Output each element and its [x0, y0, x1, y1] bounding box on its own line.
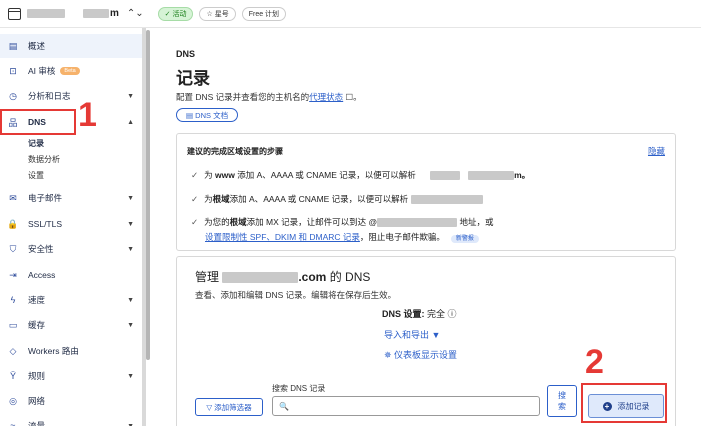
account-icon	[8, 7, 21, 20]
page-title: 记录	[176, 69, 210, 88]
sidebar-item-rules[interactable]: Ÿ 规则 ▼	[0, 364, 142, 388]
search-icon: 🔍	[279, 401, 289, 411]
sidebar-item-ai-audit[interactable]: ⊡ AI 审核 Beta	[0, 59, 142, 83]
sidebar-item-workers-routes[interactable]: ◇ Workers 路由	[0, 339, 142, 363]
dns-setting: DNS 设置: 完全 ⓘ	[382, 309, 457, 319]
sidebar-item-traffic[interactable]: ≈ 流量 ▼	[0, 414, 142, 426]
sidebar-subitem-settings[interactable]: 设置	[28, 170, 44, 181]
hide-steps-link[interactable]: 隐藏	[648, 145, 665, 157]
sidebar-subitem-analytics[interactable]: 数据分析	[28, 154, 60, 165]
dns-docs-button[interactable]: ▤ DNS 文档	[176, 108, 239, 122]
sidebar-item-cache[interactable]: ▭ 缓存 ▼	[0, 313, 142, 337]
setup-steps-card: 建议的完成区域设置的步骤 隐藏 ✓ 为 www 添加 A、AAAA 或 CNAME…	[176, 133, 676, 251]
search-button[interactable]: 搜 索	[547, 385, 577, 417]
redacted-domain	[222, 272, 299, 284]
import-export-dropdown[interactable]: 导入和导出 ▼	[384, 328, 440, 341]
page-description: 配置 DNS 记录并查看您的主机名的代理状态 ☐。	[176, 92, 362, 102]
document-icon: ▤	[8, 40, 18, 51]
plan-badge[interactable]: Free 计划	[241, 6, 287, 21]
chevron-down-icon: ▼	[127, 296, 134, 304]
chevron-down-icon: ▼	[127, 245, 134, 253]
annotation-box-add-record	[581, 383, 667, 423]
chevron-down-icon: ▼	[127, 220, 134, 228]
main-content: DNS 记录 配置 DNS 记录并查看您的主机名的代理状态 ☐。 ▤ DNS 文…	[150, 28, 701, 426]
sidebar-item-label: 缓存	[28, 320, 46, 330]
account-switcher-chevron-icon[interactable]: ⌃⌄	[127, 8, 144, 19]
dashboard-display-settings-button[interactable]: ✵ 仪表板显示设置	[384, 348, 457, 361]
annotation-number-2: 2	[585, 343, 604, 381]
sidebar-item-label: 电子邮件	[28, 193, 63, 203]
sidebar-item-speed[interactable]: ϟ 速度 ▼	[0, 288, 142, 312]
add-filter-button[interactable]: ▽ 添加筛选器	[195, 398, 263, 416]
ai-audit-icon: ⊡	[9, 65, 17, 76]
new-badge: 新警报	[450, 235, 479, 243]
annotation-number-1: 1	[78, 96, 97, 134]
chevron-up-icon: ▲	[127, 118, 134, 126]
speed-icon: ϟ	[10, 295, 16, 305]
sidebar-item-label: 速度	[28, 295, 46, 305]
redacted-domain	[377, 218, 458, 228]
redacted-hostname	[468, 171, 515, 181]
breadcrumb: DNS	[176, 49, 196, 59]
annotation-box-dns	[0, 109, 76, 135]
sidebar-item-label: 概述	[28, 41, 46, 51]
sidebar-item-label: 流量	[28, 421, 46, 426]
status-badge: ✓ 活动	[157, 6, 194, 21]
account-name-suffix[interactable]: m	[110, 8, 119, 19]
chevron-right-icon: ✓	[191, 170, 199, 180]
sidebar-item-email[interactable]: ✉ 电子邮件 ▼	[0, 186, 142, 210]
chevron-down-icon: ▼	[127, 194, 134, 202]
step-mx-record: ✓ 为您的根域添加 MX 记录，让邮件可以到达 @ 地址，或	[191, 217, 494, 228]
sidebar-item-analytics[interactable]: ◷ 分析和日志 ▼	[0, 84, 142, 108]
redacted-account-name	[27, 9, 65, 18]
analytics-icon: ◷	[9, 90, 17, 101]
search-label: 搜索 DNS 记录	[272, 384, 326, 393]
sidebar-item-security[interactable]: ⛉ 安全性 ▼	[0, 237, 142, 261]
sidebar-item-label: SSL/TLS	[28, 219, 63, 229]
cache-icon: ▭	[8, 319, 18, 330]
beta-badge: Beta	[60, 67, 80, 75]
star-button[interactable]: ☆ 星号	[199, 6, 236, 21]
chevron-right-icon: ✓	[191, 217, 199, 227]
chevron-down-icon: ▼	[127, 321, 134, 329]
chevron-right-icon: ✓	[191, 194, 199, 204]
sidebar-item-network[interactable]: ◎ 网络	[0, 389, 142, 413]
sidebar-item-label: 规则	[28, 371, 46, 381]
chevron-down-icon: ▼	[127, 92, 134, 100]
shield-icon: ⛉	[9, 243, 17, 254]
step-mx-record-line2: 设置限制性 SPF、DKIM 和 DMARC 记录，阻止电子邮件欺骗。 新警报	[205, 231, 479, 243]
sidebar-subitem-records[interactable]: 记录	[28, 138, 44, 149]
sidebar-item-label: 网络	[28, 396, 46, 406]
workers-icon: ◇	[9, 345, 17, 356]
chevron-down-icon: ▼	[127, 422, 134, 426]
sidebar-item-access[interactable]: ⇥ Access	[0, 263, 142, 287]
redacted-hostname	[430, 171, 461, 181]
email-icon: ✉	[9, 192, 17, 203]
traffic-icon: ≈	[10, 421, 16, 426]
steps-title: 建议的完成区域设置的步骤	[187, 147, 283, 156]
sidebar-item-label: Workers 路由	[28, 346, 79, 356]
search-input[interactable]: 🔍	[272, 396, 540, 416]
network-icon: ◎	[9, 395, 17, 406]
sidebar-item-overview[interactable]: ▤ 概述	[0, 34, 142, 58]
redacted-hostname	[410, 195, 483, 205]
sidebar-item-label: 分析和日志	[28, 91, 71, 101]
chevron-down-icon: ▼	[127, 372, 134, 380]
dns-card-description: 查看、添加和编辑 DNS 记录。编辑将在保存后生效。	[195, 290, 397, 300]
access-icon: ⇥	[9, 269, 17, 280]
top-bar: m ⌃⌄ ✓ 活动 ☆ 星号 Free 计划	[0, 0, 701, 28]
step-root-record: ✓ 为根域添加 A、AAAA 或 CNAME 记录，以便可以解析	[191, 193, 483, 205]
sidebar-item-ssl[interactable]: 🔒 SSL/TLS ▼	[0, 212, 142, 236]
proxy-status-link[interactable]: 代理状态	[309, 92, 343, 102]
spf-dkim-dmarc-link[interactable]: 设置限制性 SPF、DKIM 和 DMARC 记录	[205, 232, 360, 242]
lock-icon: 🔒	[7, 218, 19, 229]
redacted-account-name-2	[83, 9, 109, 18]
step-www-record: ✓ 为 www 添加 A、AAAA 或 CNAME 记录，以便可以解析 m。	[191, 170, 531, 181]
sidebar-item-label: AI 审核	[28, 66, 56, 76]
dns-card-title: 管理 .com 的 DNS	[195, 270, 371, 284]
sidebar: ▤ 概述 ⊡ AI 审核 Beta ◷ 分析和日志 ▼ 品 DNS ▲ 记录 数…	[0, 28, 146, 426]
sidebar-item-label: Access	[28, 270, 56, 280]
sidebar-item-label: 安全性	[28, 244, 54, 254]
rules-icon: Ÿ	[9, 371, 16, 381]
